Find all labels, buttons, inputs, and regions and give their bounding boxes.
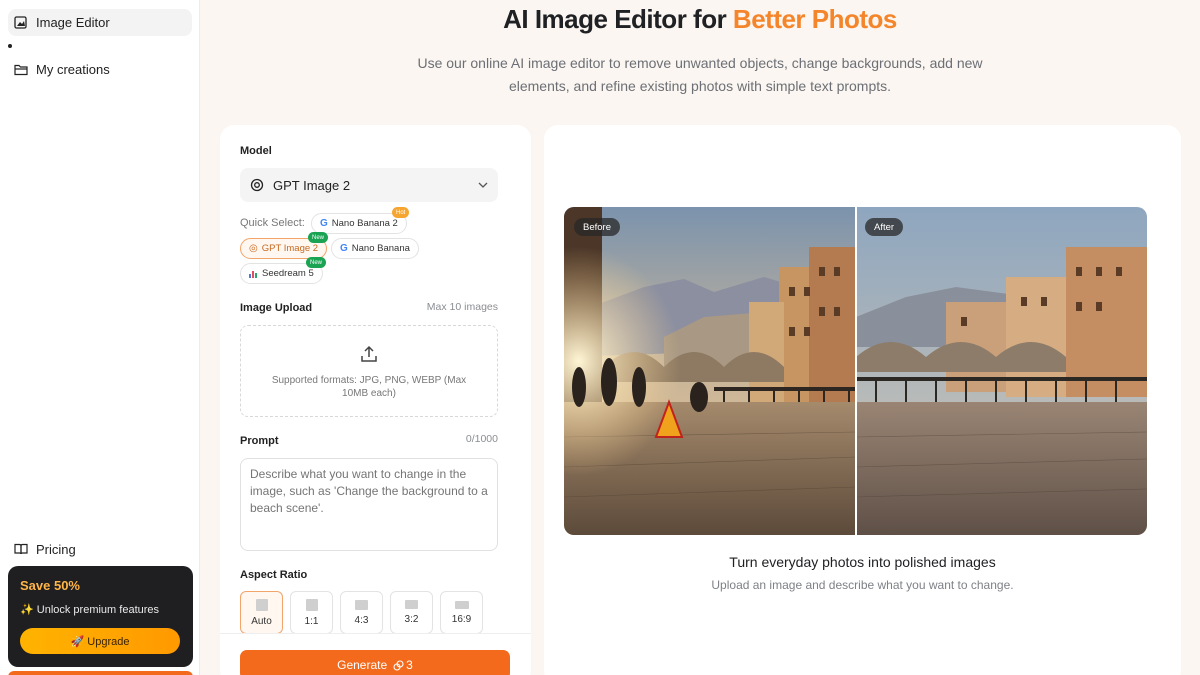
ratio-4-3-icon	[355, 599, 368, 610]
chip-label: Nano Banana	[351, 243, 410, 254]
sidebar-item-my-creations[interactable]: My creations	[8, 56, 192, 83]
google-icon: G	[340, 243, 348, 254]
chevron-down-icon	[478, 180, 488, 191]
sidebar-item-label: My creations	[36, 62, 110, 77]
aspect-option-label: 4:3	[354, 614, 369, 626]
sidebar-bottom-button[interactable]	[8, 671, 193, 675]
auto-ratio-icon	[255, 598, 268, 611]
sidebar-item-label: Pricing	[36, 542, 76, 557]
page-subtitle: Use our online AI image editor to remove…	[417, 55, 983, 94]
generate-cost: 3	[406, 658, 413, 672]
upload-limit-text: Max 10 images	[426, 301, 498, 313]
upload-icon	[360, 345, 378, 368]
model-selected-value: GPT Image 2	[273, 177, 351, 193]
new-badge: New	[306, 257, 327, 268]
chip-label: Nano Banana 2	[331, 218, 398, 229]
comparison-slider-handle[interactable]	[855, 207, 857, 535]
generate-button[interactable]: Generate 3	[240, 650, 510, 675]
sidebar-item-pricing[interactable]: Pricing	[8, 536, 192, 563]
hot-badge: Hot	[392, 207, 410, 218]
editor-form-panel: Model GPT Image 2 Quick Select: G Nano B…	[220, 125, 531, 675]
panel-divider	[220, 633, 531, 634]
page-title-main: AI Image Editor for	[503, 4, 733, 34]
upgrade-button[interactable]: 🚀 Upgrade	[20, 628, 180, 654]
preview-panel: Before After Turn everyday photos into p…	[544, 125, 1181, 675]
aspect-option-label: 16:9	[451, 613, 472, 625]
before-after-comparison[interactable]: Before After	[564, 207, 1147, 535]
prompt-label: Prompt	[240, 435, 279, 447]
aspect-option-label: 1:1	[304, 615, 319, 627]
aspect-auto-button[interactable]: Auto	[240, 591, 283, 634]
promo-unlock-text: ✨ Unlock premium features	[20, 604, 160, 616]
google-icon: G	[320, 218, 328, 229]
aspect-option-label: Auto	[251, 615, 272, 627]
book-icon	[14, 543, 28, 557]
generate-label: Generate	[337, 658, 388, 672]
bar-chart-icon	[249, 269, 258, 278]
credit-icon	[393, 659, 404, 671]
quick-chip-nano-banana[interactable]: G Nano Banana	[331, 238, 419, 259]
sidebar-item-label: Image Editor	[36, 15, 110, 30]
aspect-3-2-button[interactable]: 3:2	[390, 591, 433, 634]
openai-icon: ◎	[249, 243, 258, 254]
chip-label: Seedream 5	[262, 268, 314, 279]
aspect-ratio-label: Aspect Ratio	[240, 569, 308, 581]
sidebar-item-image-editor[interactable]: Image Editor	[8, 9, 192, 36]
chip-label: GPT Image 2	[261, 243, 319, 254]
bullet-dot	[8, 44, 12, 48]
prompt-input[interactable]	[240, 458, 498, 551]
quick-select-label: Quick Select:	[240, 217, 305, 229]
before-image: Before	[564, 207, 856, 535]
after-image: After	[856, 207, 1147, 535]
promo-save-text: Save 50%	[20, 578, 80, 593]
prompt-char-count: 0/1000	[465, 433, 498, 445]
aspect-4-3-button[interactable]: 4:3	[340, 591, 383, 634]
preview-caption-sub: Upload an image and describe what you wa…	[711, 578, 1014, 592]
new-badge: New	[308, 232, 329, 243]
preview-caption: Turn everyday photos into polished image…	[729, 554, 996, 570]
aspect-16-9-button[interactable]: 16:9	[440, 591, 483, 634]
ratio-16-9-icon	[454, 600, 469, 609]
aspect-1-1-button[interactable]: 1:1	[290, 591, 333, 634]
after-tag: After	[865, 218, 904, 236]
aspect-option-label: 3:2	[404, 614, 419, 625]
page-title: AI Image Editor for Better Photos	[200, 4, 1200, 35]
model-select[interactable]: GPT Image 2	[240, 168, 498, 202]
ratio-3-2-icon	[405, 600, 418, 609]
upload-formats-text: Supported formats: JPG, PNG, WEBP (Max 1…	[271, 375, 467, 399]
image-edit-icon	[14, 15, 28, 30]
image-upload-label: Image Upload	[240, 302, 313, 314]
sidebar: Image Editor My creations Pricing Save 5…	[0, 0, 200, 675]
before-tag: Before	[574, 218, 620, 236]
promo-card: Save 50% ✨ Unlock premium features 🚀 Upg…	[8, 566, 193, 667]
square-ratio-icon	[305, 598, 318, 611]
model-label: Model	[240, 145, 272, 157]
openai-icon	[250, 178, 264, 192]
folder-icon	[14, 63, 28, 77]
image-upload-dropzone[interactable]: Supported formats: JPG, PNG, WEBP (Max 1…	[240, 325, 498, 417]
page-title-accent: Better Photos	[732, 4, 897, 34]
